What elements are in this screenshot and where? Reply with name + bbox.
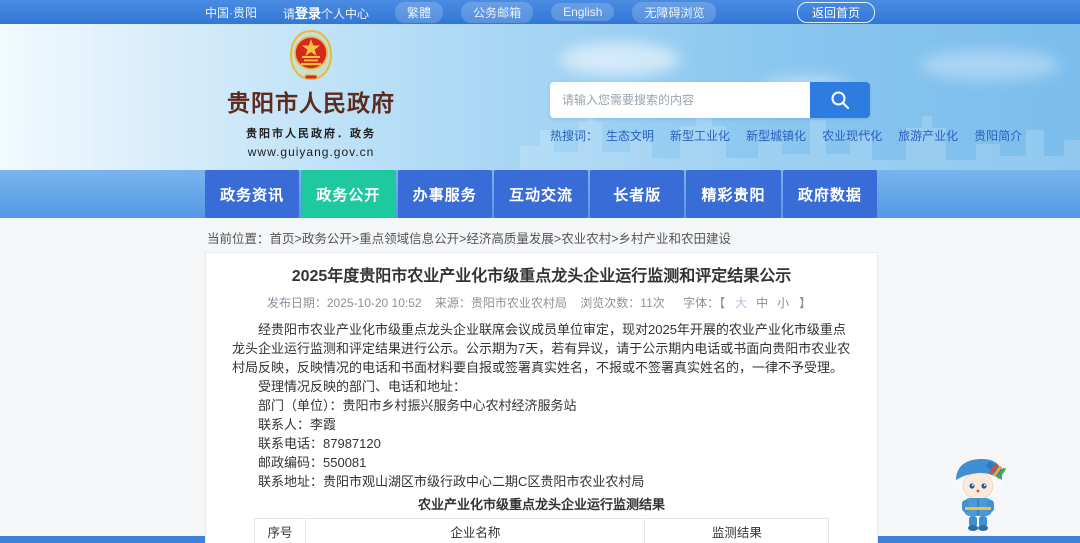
header-result: 监测结果 xyxy=(644,518,830,543)
font-size-bracket-close: 】 xyxy=(799,296,812,310)
main-navbar: 政务资讯 政务公开 办事服务 互动交流 长者版 精彩贵阳 政府数据 xyxy=(0,170,1080,218)
paragraph-contact-phone: 联系电话：87987120 xyxy=(258,436,381,451)
monitoring-result-table: 序号 企业名称 监测结果 1 贵州合力超市采购有限公司 合格 2 贵州友禾种业有… xyxy=(253,518,830,543)
hot-search-label: 热搜词： xyxy=(550,129,599,143)
cloud-decoration xyxy=(560,42,680,76)
publish-date: 发布日期：2025-10-20 10:52 xyxy=(266,296,422,310)
region-link[interactable]: 中国·贵阳 xyxy=(205,4,257,21)
font-size-small-button[interactable]: 小 xyxy=(777,296,789,310)
header-seq: 序号 xyxy=(253,518,307,543)
paragraph-contact-address: 联系地址：贵阳市观山湖区市级行政中心二期C区贵阳市农业农村局 xyxy=(258,474,645,489)
hot-word-4[interactable]: 农业现代化 xyxy=(822,127,882,144)
top-utility-bar: 中国·贵阳 请登录个人中心 繁體 公务邮箱 English 无障碍浏览 返回首页 xyxy=(0,0,1080,24)
search-button[interactable] xyxy=(810,82,870,118)
search-area: 热搜词： 生态文明 新型工业化 新型城镇化 农业现代化 旅游产业化 贵阳简介 xyxy=(550,82,1022,144)
breadcrumb-label: 当前位置： xyxy=(207,232,270,246)
hot-word-2[interactable]: 新型工业化 xyxy=(670,127,730,144)
article-source: 来源：贵阳市农业农村局 xyxy=(434,296,567,310)
hot-search-row: 热搜词： 生态文明 新型工业化 新型城镇化 农业现代化 旅游产业化 贵阳简介 xyxy=(550,127,1022,144)
font-size-label: 字体：【 xyxy=(683,296,726,310)
nav-item-zhengfu-shuju[interactable]: 政府数据 xyxy=(782,170,877,218)
hot-word-1[interactable]: 生态文明 xyxy=(606,127,654,144)
site-title: 贵阳市人民政府 xyxy=(227,90,395,116)
nav-item-jingcai-guiyang[interactable]: 精彩贵阳 xyxy=(686,170,781,218)
accessibility-link[interactable]: 无障碍浏览 xyxy=(632,1,717,23)
article-card: 2025年度贵阳市农业产业化市级重点龙头企业运行监测和评定结果公示 发布日期：2… xyxy=(205,252,878,543)
paragraph-department: 部门（单位）：贵阳市乡村振兴服务中心农村经济服务站 xyxy=(258,398,577,413)
mascot-assistant[interactable] xyxy=(946,452,1014,532)
paragraph-announcement: 经贵阳市农业产业化市级重点龙头企业联席会议成员单位审定，现对2025年开展的农业… xyxy=(232,322,851,375)
national-emblem-icon xyxy=(289,30,333,81)
hot-word-3[interactable]: 新型城镇化 xyxy=(746,127,806,144)
view-count: 浏览次数：11次 xyxy=(580,296,665,310)
breadcrumb-path[interactable]: 首页>政务公开>重点领域信息公开>经济高质量发展>农业农村>乡村产业和农田建设 xyxy=(270,232,732,246)
login-suffix: 个人中心 xyxy=(321,6,370,21)
site-logo-block[interactable]: 贵阳市人民政府 贵阳市人民政府．政务 www.guiyang.gov.cn xyxy=(226,30,396,159)
search-icon xyxy=(831,91,849,109)
font-size-widget: 字体：【大中小】 xyxy=(678,296,816,310)
cloud-decoration xyxy=(920,50,1060,80)
login-bold: 登录 xyxy=(295,5,322,21)
return-home-button[interactable]: 返回首页 xyxy=(796,1,875,23)
header-company-name: 企业名称 xyxy=(305,518,646,543)
hot-word-6[interactable]: 贵阳简介 xyxy=(974,127,1022,144)
header-banner: 贵阳市人民政府 贵阳市人民政府．政务 www.guiyang.gov.cn 热搜… xyxy=(0,24,1080,170)
table-header-row: 序号 企业名称 监测结果 xyxy=(253,518,830,543)
font-size-large-button[interactable]: 大 xyxy=(735,296,747,310)
site-subtitle: 贵阳市人民政府．政务 xyxy=(246,128,376,140)
traditional-chinese-link[interactable]: 繁體 xyxy=(395,1,444,23)
paragraph-contact-person: 联系人：李霞 xyxy=(258,417,337,432)
nav-item-zhengwu-zixun[interactable]: 政务资讯 xyxy=(205,170,300,218)
font-size-medium-button[interactable]: 中 xyxy=(756,296,768,310)
article-body: 经贵阳市农业产业化市级重点龙头企业联席会议成员单位审定，现对2025年开展的农业… xyxy=(232,320,851,543)
english-link[interactable]: English xyxy=(551,3,615,21)
nav-item-banshi-fuwu[interactable]: 办事服务 xyxy=(397,170,492,218)
breadcrumb: 当前位置：首页>政务公开>重点领域信息公开>经济高质量发展>农业农村>乡村产业和… xyxy=(207,228,1080,247)
article-meta: 发布日期：2025-10-20 10:52 来源：贵阳市农业农村局 浏览次数：1… xyxy=(232,294,851,311)
nav-item-zhengwu-gongkai[interactable]: 政务公开 xyxy=(301,170,396,218)
paragraph-acceptance-intro: 受理情况反映的部门、电话和地址： xyxy=(258,379,467,394)
table-caption: 农业产业化市级重点龙头企业运行监测结果 xyxy=(417,497,665,512)
nav-item-hudong-jiaoliu[interactable]: 互动交流 xyxy=(493,170,589,218)
login-prefix: 请 xyxy=(283,6,296,21)
article-title: 2025年度贵阳市农业产业化市级重点龙头企业运行监测和评定结果公示 xyxy=(291,268,792,285)
official-mail-link[interactable]: 公务邮箱 xyxy=(461,1,534,23)
search-input[interactable] xyxy=(550,82,810,118)
login-link[interactable]: 请登录个人中心 xyxy=(283,3,369,22)
paragraph-postal-code: 邮政编码：550081 xyxy=(258,455,367,470)
nav-item-zhangzheban[interactable]: 长者版 xyxy=(590,170,685,218)
hot-word-5[interactable]: 旅游产业化 xyxy=(898,127,958,144)
site-url: www.guiyang.gov.cn xyxy=(247,145,375,159)
